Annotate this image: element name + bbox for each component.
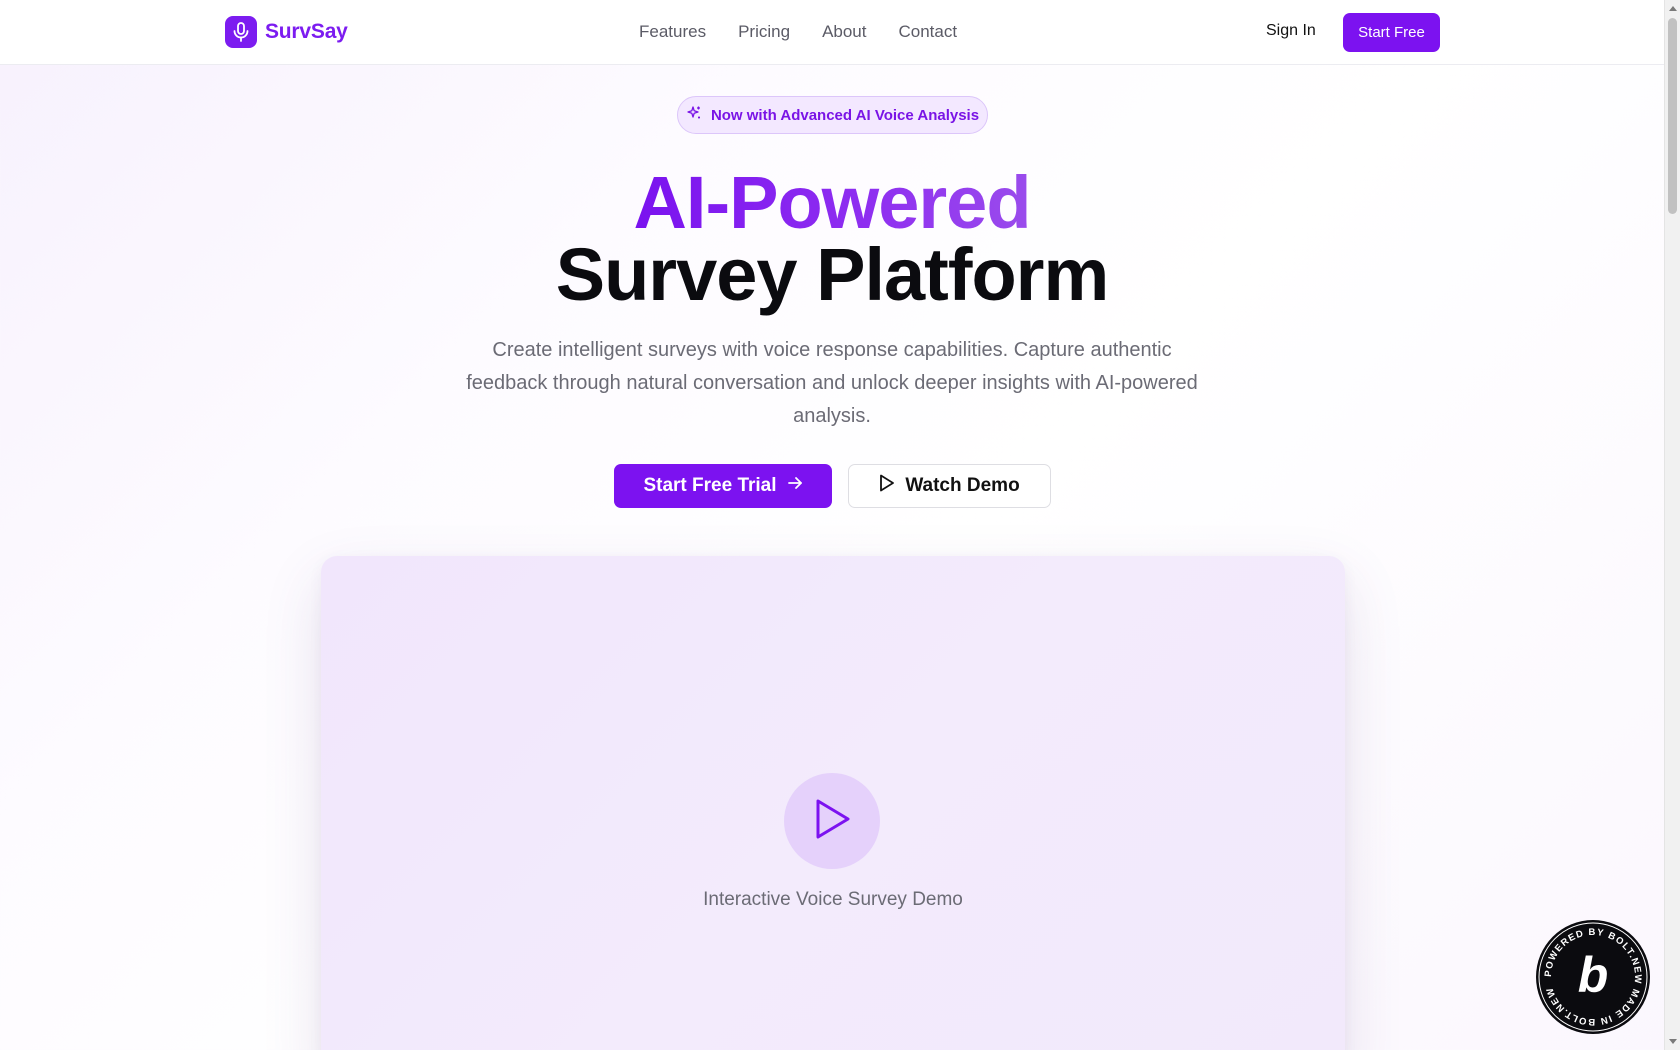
scroll-down-arrow-icon[interactable]	[1669, 1039, 1677, 1044]
nav-link-features[interactable]: Features	[639, 22, 706, 42]
bolt-badge[interactable]: POWERED BY BOLT.NEW MADE IN BOLT.NEW b	[1536, 920, 1650, 1034]
brand-logo[interactable]: SurvSay	[225, 16, 348, 48]
start-free-trial-button[interactable]: Start Free Trial	[614, 464, 832, 508]
main-nav: Features Pricing About Contact	[639, 22, 957, 42]
demo-video-card[interactable]: Interactive Voice Survey Demo	[321, 556, 1345, 1050]
badge-letter: b	[1578, 947, 1609, 1003]
start-free-button[interactable]: Start Free	[1343, 13, 1440, 52]
play-button[interactable]	[784, 773, 880, 869]
page-scrollbar[interactable]	[1664, 0, 1680, 1050]
bolt-badge-graphic: POWERED BY BOLT.NEW MADE IN BOLT.NEW b	[1538, 922, 1648, 1032]
pill-text: Now with Advanced AI Voice Analysis	[710, 106, 980, 124]
watch-demo-label: Watch Demo	[905, 475, 1020, 496]
arrow-right-icon	[787, 475, 803, 497]
sparkles-icon	[686, 105, 702, 125]
announcement-pill: Now with Advanced AI Voice Analysis	[677, 96, 988, 134]
scrollbar-thumb[interactable]	[1668, 18, 1677, 214]
demo-caption: Interactive Voice Survey Demo	[703, 889, 963, 910]
nav-link-contact[interactable]: Contact	[899, 22, 958, 42]
site-header: SurvSay Features Pricing About Contact S…	[0, 0, 1664, 65]
nav-link-about[interactable]: About	[822, 22, 866, 42]
play-outline-icon	[879, 474, 895, 498]
nav-link-pricing[interactable]: Pricing	[738, 22, 790, 42]
start-free-trial-label: Start Free Trial	[643, 475, 777, 496]
sign-in-link[interactable]: Sign In	[1266, 22, 1316, 40]
microphone-icon	[225, 16, 257, 48]
hero-subtitle: Create intelligent surveys with voice re…	[466, 339, 1198, 427]
watch-demo-button[interactable]: Watch Demo	[848, 464, 1051, 508]
play-icon	[813, 798, 851, 845]
hero-title: Survey Platform	[555, 233, 1110, 316]
scroll-up-arrow-icon[interactable]	[1669, 6, 1677, 11]
brand-name: SurvSay	[265, 20, 348, 43]
